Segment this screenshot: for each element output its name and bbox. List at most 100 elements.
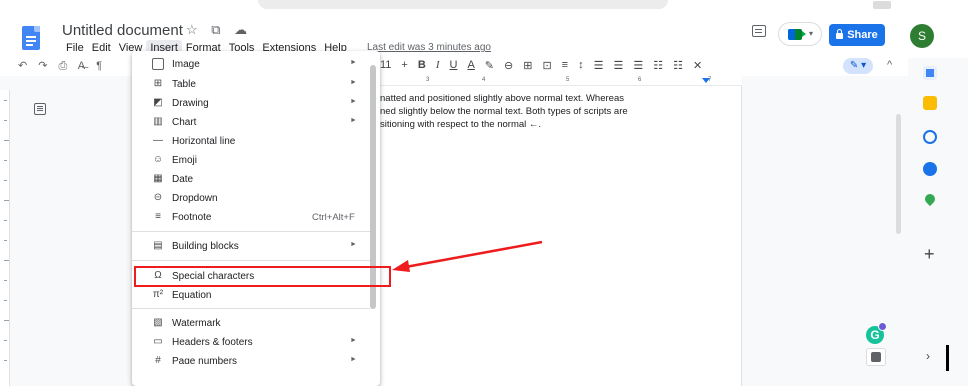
tasks-icon[interactable] (923, 130, 937, 144)
link-icon[interactable]: ⊖ (504, 59, 513, 72)
insert-menu-dropdown: Image ► ⊞ Table ► ◩ Drawing ► ▥ Chart ► … (132, 51, 380, 386)
italic-icon[interactable]: I (436, 59, 440, 72)
menu-item-page-numbers[interactable]: # Page numbers ► (132, 352, 370, 364)
comment-history-icon[interactable] (752, 25, 766, 37)
menu-item-label: Chart (172, 117, 197, 128)
document-body-text[interactable]: natted and positioned slightly above nor… (380, 92, 740, 131)
ruler-tick: 5 (566, 77, 570, 83)
menu-item-table[interactable]: ⊞ Table ► (132, 75, 370, 94)
menu-item-label: Drawing (172, 98, 209, 109)
document-outline-icon[interactable] (34, 103, 46, 115)
submenu-arrow-icon: ► (350, 117, 357, 124)
submenu-arrow-icon: ► (350, 98, 357, 105)
last-edit-link[interactable]: Last edit was 3 minutes ago (367, 42, 491, 53)
share-button[interactable]: Share (829, 24, 885, 46)
menu-item-label: Watermark (172, 318, 221, 329)
checklist-icon[interactable]: ☰ (594, 59, 604, 72)
menu-item-headers-footers[interactable]: ▭ Headers & footers ► (132, 333, 370, 352)
menu-item-equation[interactable]: π² Equation (132, 286, 370, 305)
grammarly-icon[interactable]: G (866, 322, 887, 344)
collapse-menus-icon[interactable]: ^ (887, 59, 892, 71)
menu-item-chart[interactable]: ▥ Chart ► (132, 113, 370, 132)
document-title[interactable]: Untitled document (62, 22, 183, 39)
menu-item-label: Page numbers (172, 356, 238, 364)
increase-font-icon[interactable]: + (401, 59, 407, 72)
body-line: natted and positioned slightly above nor… (380, 93, 624, 104)
menu-item-emoji[interactable]: ☺ Emoji (132, 151, 370, 170)
menu-edit[interactable]: Edit (88, 40, 115, 56)
text-color-icon[interactable]: A (467, 59, 474, 72)
share-label: Share (847, 29, 878, 41)
chart-icon: ▥ (153, 116, 163, 127)
font-size-field[interactable]: 11 (380, 59, 391, 72)
annotation-highlight-box (134, 266, 391, 287)
menu-item-label: Table (172, 79, 196, 90)
menu-item-label: Emoji (172, 155, 198, 166)
highlight-icon[interactable]: ✎ (485, 59, 494, 72)
grammarly-badge (878, 322, 887, 331)
menu-item-date[interactable]: ▦ Date (132, 170, 370, 189)
menu-item-image[interactable]: Image ► (132, 55, 370, 74)
table-icon: ⊞ (153, 78, 163, 89)
menu-divider (132, 231, 370, 232)
meet-button[interactable]: ▾ (778, 22, 822, 46)
side-panel: + › (908, 58, 968, 386)
menu-file[interactable]: File (62, 40, 88, 56)
menu-item-label: Building blocks (172, 241, 239, 252)
account-avatar[interactable]: S (910, 24, 934, 48)
contacts-icon[interactable] (923, 162, 937, 176)
footnote-shortcut: Ctrl+Alt+F (312, 212, 355, 223)
decrease-indent-icon[interactable]: ☷ (653, 59, 663, 72)
line-spacing-icon[interactable]: ↕ (578, 59, 584, 72)
menu-item-label: Footnote (172, 212, 212, 223)
docs-logo-icon[interactable] (22, 26, 40, 50)
menu-item-building-blocks[interactable]: ▤ Building blocks ► (132, 237, 370, 256)
bulleted-list-icon[interactable]: ☰ (613, 59, 623, 72)
numbered-list-icon[interactable]: ☰ (633, 59, 643, 72)
indent-marker-icon[interactable] (702, 78, 710, 83)
menu-divider (132, 260, 370, 261)
submenu-arrow-icon: ► (350, 59, 357, 66)
menu-item-dropdown[interactable]: ⊝ Dropdown (132, 189, 370, 208)
calendar-icon[interactable] (923, 66, 937, 80)
chevron-down-icon: ▾ (809, 29, 814, 38)
add-on-plus-icon[interactable]: + (924, 244, 935, 265)
menu-item-label: Equation (172, 290, 212, 301)
menu-item-label: Dropdown (172, 193, 218, 204)
explore-icon[interactable] (866, 348, 886, 366)
menu-item-label: Date (172, 174, 194, 185)
increase-indent-icon[interactable]: ☷ (673, 59, 683, 72)
headers-footers-icon: ▭ (153, 336, 163, 347)
emoji-icon: ☺ (152, 154, 164, 165)
menu-item-footnote[interactable]: ≡ Footnote Ctrl+Alt+F (132, 208, 370, 227)
vertical-ruler (0, 90, 10, 386)
extension-icon[interactable] (873, 1, 891, 9)
submenu-arrow-icon: ► (350, 356, 357, 363)
menu-item-label: Headers & footers (172, 337, 253, 348)
underline-icon[interactable]: U (449, 59, 457, 72)
image-icon (152, 58, 164, 70)
editing-mode-button[interactable]: ✎ ▾ (843, 58, 873, 74)
menu-item-horizontal-line[interactable]: — Horizontal line (132, 132, 370, 151)
lock-icon (836, 29, 844, 39)
menu-item-drawing[interactable]: ◩ Drawing ► (132, 94, 370, 113)
menu-item-watermark[interactable]: ▧ Watermark (132, 314, 370, 333)
comment-icon[interactable]: ⊞ (523, 59, 532, 72)
watermark-icon: ▧ (153, 317, 163, 328)
insert-image-icon[interactable]: ⊡ (542, 59, 551, 72)
document-scrollbar[interactable] (896, 114, 901, 234)
ruler-tick: 6 (638, 77, 642, 83)
keep-icon[interactable] (923, 96, 937, 110)
align-icon[interactable]: ≡ (562, 59, 568, 72)
date-icon: ▦ (153, 173, 163, 184)
submenu-arrow-icon: ► (350, 79, 357, 86)
toolbar-left-icons[interactable]: ↶ ↷ ⎙ A̶ ¶ (18, 59, 106, 73)
show-side-panel-icon[interactable]: › (926, 349, 930, 363)
maps-icon[interactable] (922, 191, 938, 207)
menu-item-label: Horizontal line (172, 136, 236, 147)
submenu-arrow-icon: ► (350, 337, 357, 344)
bold-icon[interactable]: B (418, 59, 426, 72)
address-bar[interactable] (258, 0, 668, 9)
clear-formatting-icon[interactable]: ✕ (693, 59, 702, 72)
title-actions-icons[interactable]: ☆ ⧉ ☁ (186, 22, 252, 38)
